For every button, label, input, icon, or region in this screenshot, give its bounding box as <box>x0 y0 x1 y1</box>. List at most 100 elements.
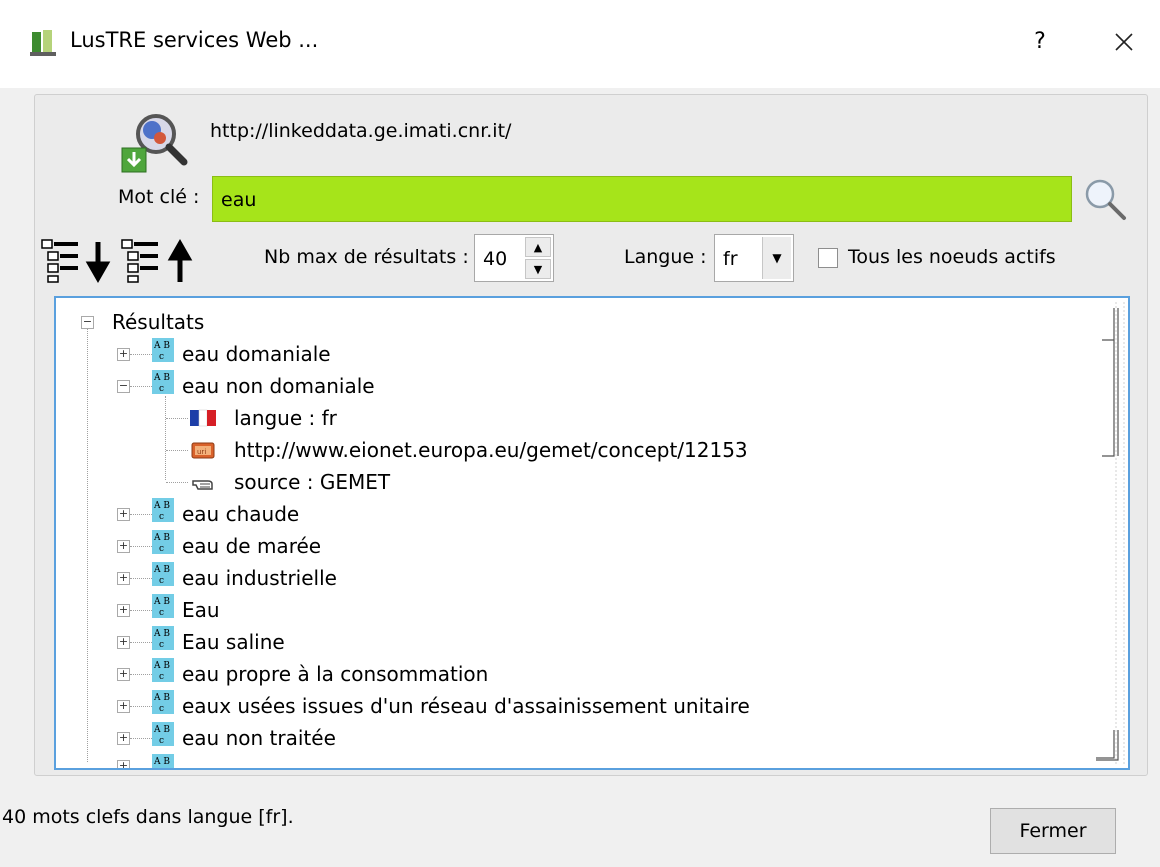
tree-guide-line <box>130 642 152 643</box>
close-icon[interactable] <box>1104 22 1144 62</box>
expand-icon[interactable]: + <box>117 732 130 745</box>
tree-guide-line <box>130 610 152 611</box>
french-flag-icon <box>190 409 216 427</box>
tree-item[interactable]: eau chaude <box>182 498 299 530</box>
expand-icon[interactable]: + <box>117 348 130 361</box>
tree-guide-line <box>130 354 152 355</box>
concept-icon: A Bc <box>152 498 174 522</box>
expand-icon[interactable]: + <box>117 760 130 768</box>
svg-text:c: c <box>159 704 164 714</box>
svg-text:A B: A B <box>153 597 170 607</box>
search-icon[interactable] <box>1080 172 1130 224</box>
svg-text:uri: uri <box>197 448 206 456</box>
expand-all-icon[interactable] <box>40 236 118 284</box>
tree-item[interactable]: eaux usées issues d'un réseau d'assainis… <box>182 690 750 722</box>
tree-item[interactable]: eau domaniale <box>182 338 331 370</box>
tree-guide-line <box>166 482 188 483</box>
collapse-icon[interactable]: − <box>81 316 94 329</box>
svg-text:c: c <box>159 736 164 746</box>
expand-icon[interactable]: + <box>117 508 130 521</box>
concept-icon: A Bc <box>152 722 174 746</box>
svg-text:A B: A B <box>153 373 170 383</box>
tree-item-expanded[interactable]: eau non domaniale <box>182 370 375 402</box>
collapse-all-icon[interactable] <box>120 236 200 284</box>
tree-item[interactable]: eau industrielle <box>182 562 337 594</box>
max-results-value: 40 <box>483 248 508 270</box>
svg-text:c: c <box>159 640 164 650</box>
collapse-icon[interactable]: − <box>117 380 130 393</box>
svg-text:c: c <box>159 544 164 554</box>
language-label: Langue : <box>624 246 707 268</box>
keyword-input[interactable]: eau <box>212 176 1072 222</box>
tree-guide-line <box>130 706 152 707</box>
concept-icon: A Bc <box>152 370 174 394</box>
tree-item[interactable]: eau propre à la consommation <box>182 658 488 690</box>
expand-icon[interactable]: + <box>117 572 130 585</box>
svg-text:A B: A B <box>153 661 170 671</box>
concept-icon: A Bc <box>152 690 174 714</box>
web-service-search-icon <box>121 114 188 173</box>
tree-item[interactable]: Eau saline <box>182 626 285 658</box>
svg-text:c: c <box>159 576 164 586</box>
concept-icon: A Bc <box>152 626 174 650</box>
tree-guide-line <box>130 674 152 675</box>
uri-link-icon: uri <box>191 442 215 459</box>
service-url: http://linkeddata.ge.imati.cnr.it/ <box>210 120 512 142</box>
tree-guide-line <box>130 386 152 387</box>
svg-text:A B: A B <box>153 757 170 767</box>
svg-text:A B: A B <box>153 565 170 575</box>
concept-icon: A Bc <box>152 658 174 682</box>
concept-icon: A B <box>152 754 174 768</box>
svg-text:A B: A B <box>153 501 170 511</box>
svg-text:A B: A B <box>153 725 170 735</box>
svg-text:A B: A B <box>153 693 170 703</box>
all-nodes-label: Tous les noeuds actifs <box>848 246 1056 268</box>
max-results-label: Nb max de résultats : <box>264 246 469 268</box>
tree-root[interactable]: Résultats <box>112 306 204 338</box>
tree-item[interactable]: eau de marée <box>182 530 321 562</box>
tree-item[interactable]: Eau <box>182 594 220 626</box>
tree-guide-line <box>130 578 152 579</box>
tree-child-source[interactable]: source : GEMET <box>234 466 390 498</box>
status-text: 40 mots clefs dans langue [fr]. <box>2 806 294 828</box>
concept-icon: A Bc <box>152 594 174 618</box>
expand-icon[interactable]: + <box>117 604 130 617</box>
tree-scrollbar[interactable] <box>1090 300 1126 766</box>
chevron-down-icon[interactable]: ▼ <box>762 237 791 279</box>
spin-up-icon[interactable]: ▲ <box>525 237 551 257</box>
max-results-spinbox[interactable]: 40 ▲ ▼ <box>474 234 554 282</box>
tree-guide-line <box>130 514 152 515</box>
lustre-app-icon <box>30 30 56 56</box>
all-nodes-checkbox[interactable] <box>818 248 838 268</box>
concept-icon: A Bc <box>152 562 174 586</box>
tree-guide-line <box>165 396 166 480</box>
svg-text:A B: A B <box>153 341 170 351</box>
language-select[interactable]: fr ▼ <box>714 234 794 282</box>
results-tree[interactable]: − Résultats + A Bc eau domaniale − A Bc … <box>54 296 1130 770</box>
close-button[interactable]: Fermer <box>990 808 1116 854</box>
expand-icon[interactable]: + <box>117 700 130 713</box>
svg-text:c: c <box>159 512 164 522</box>
tree-guide-line <box>166 450 188 451</box>
pointing-hand-icon <box>192 480 213 490</box>
tree-child-language[interactable]: langue : fr <box>234 402 337 434</box>
svg-text:c: c <box>159 352 164 362</box>
tree-guide-line <box>130 738 152 739</box>
expand-icon[interactable]: + <box>117 668 130 681</box>
concept-icon: A Bc <box>152 338 174 362</box>
svg-text:c: c <box>159 672 164 682</box>
tree-guide-line <box>130 546 152 547</box>
keyword-label: Mot clé : <box>118 186 200 208</box>
svg-text:A B: A B <box>153 533 170 543</box>
tree-item[interactable]: eau non traitée <box>182 722 336 754</box>
spin-down-icon[interactable]: ▼ <box>525 259 551 279</box>
expand-icon[interactable]: + <box>117 636 130 649</box>
window-title: LusTRE services Web ... <box>70 28 319 52</box>
svg-text:c: c <box>159 384 164 394</box>
language-value: fr <box>723 248 738 270</box>
svg-text:c: c <box>159 608 164 618</box>
title-bar: LusTRE services Web ... ? <box>0 0 1160 88</box>
expand-icon[interactable]: + <box>117 540 130 553</box>
tree-child-uri[interactable]: http://www.eionet.europa.eu/gemet/concep… <box>234 434 748 466</box>
help-button[interactable]: ? <box>1020 22 1060 62</box>
